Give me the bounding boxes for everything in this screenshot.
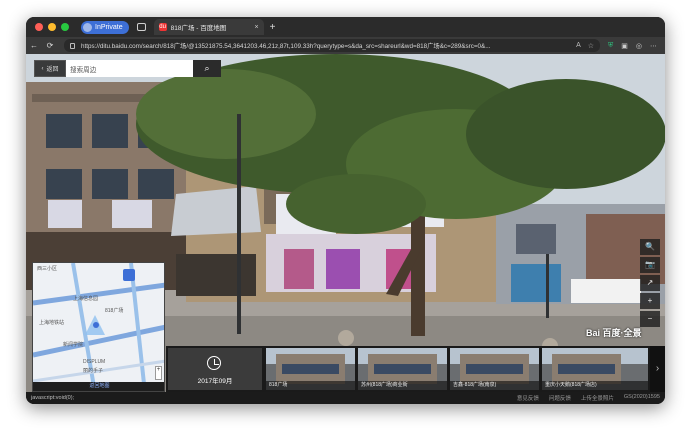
close-window-button[interactable] [35,23,43,31]
back-button-label: 返回 [46,67,59,73]
back-to-map-link[interactable]: 返回地图 [33,382,164,391]
footer-link[interactable]: 意见反馈 [517,394,539,402]
tab-title: 818广场 - 百度地图 [170,25,227,32]
thumbnail-caption: 吉鑫·818广场(南泉) [450,381,539,390]
map-label: 818广场 [105,308,124,314]
lock-icon[interactable] [70,42,75,49]
panorama-thumbnail[interactable]: 重庆小天鹅(818广场店) [542,348,648,390]
browser-window: InPrivate du 818广场 - 百度地图 × + ← ⟳ https:… [26,17,665,404]
thumbnail-strip: 2017年09月 818广场 苏州(818广场)商业街 吉鑫·818广场(南泉)… [166,346,665,392]
footer-link[interactable]: 问题反馈 [549,394,571,402]
profile-icon [83,22,92,32]
thumbnail-caption: 818广场 [266,381,355,390]
status-bar: javascript:void(0); 意见反馈 问题反馈 上传全景照片 GS(… [26,392,665,404]
footer-link[interactable]: 上传全景照片 [581,394,614,402]
window-controls [35,23,69,31]
map-label: 新闻学院 [63,342,84,348]
status-url: javascript:void(0); [31,395,75,401]
favorite-icon[interactable]: ☆ [588,42,594,50]
url-text[interactable]: https://ditu.baidu.com/search/818广场/@135… [81,41,491,50]
time-machine-button[interactable]: 2017年09月 [168,348,262,390]
address-bar-row: ← ⟳ https://ditu.baidu.com/search/818广场/… [26,37,665,54]
map-label: DISPLUM [83,359,106,365]
thumbnail-caption: 苏州(818广场)商业街 [358,381,447,390]
mini-map[interactable]: 西三小区 上海信息园 818广场 上海地铁站 新闻学院 DISPLUM 丽的手子… [32,262,165,392]
zoom-out-icon[interactable]: − [640,311,660,327]
map-label: 丽的手子 [83,368,104,374]
inprivate-badge[interactable]: InPrivate [81,20,129,34]
camera-icon[interactable]: 📷 [640,257,660,273]
capture-date: 2017年09月 [197,378,233,385]
tab-bar: InPrivate du 818广场 - 百度地图 × + [26,17,665,37]
view-toolbar: 🔍 📷 ↗ + − [640,239,660,327]
street-view-search: ‹ 返回 搜索周边 ⌕ [34,60,221,77]
back-arrow-icon: ‹ [41,65,44,72]
tab-close-icon[interactable]: × [255,24,259,31]
minimize-window-button[interactable] [48,23,56,31]
mini-map-zoom-button[interactable]: + [155,366,162,380]
thumbnail-caption: 重庆小天鹅(818广场店) [542,381,648,390]
back-button[interactable]: ‹ 返回 [34,60,66,77]
new-tab-button[interactable]: + [270,22,276,33]
search-input[interactable]: 搜索周边 [66,60,193,77]
more-icon[interactable]: ⋯ [650,42,657,50]
shield-icon[interactable]: ⛨ [608,42,613,50]
profile-label: InPrivate [95,23,123,31]
map-label: 西三小区 [37,266,58,272]
street-view-panorama[interactable]: ‹ 返回 搜索周边 ⌕ Bai 百度·全景 🔍 📷 ↗ + − 西三小区 上海信… [26,54,665,392]
browser-profile-icon[interactable]: ◎ [636,42,642,50]
panorama-thumbnail[interactable]: 苏州(818广场)商业街 [358,348,447,390]
panorama-thumbnail[interactable]: 吉鑫·818广场(南泉) [450,348,539,390]
back-icon[interactable]: ← [26,41,42,50]
extensions: ⛨ ▣ ◎ ⋯ [608,42,657,50]
map-label: 上海信息园 [73,296,99,302]
zoom-in-icon[interactable]: + [640,293,660,309]
address-bar[interactable]: https://ditu.baidu.com/search/818广场/@135… [64,39,601,52]
collections-icon[interactable]: ▣ [621,42,628,50]
tab-active[interactable]: du 818广场 - 百度地图 × [153,19,264,35]
next-thumbnails-button[interactable]: › [650,346,665,392]
footer-link: GS(2020)1595 [623,394,660,400]
map-label: 上海地铁站 [39,320,65,326]
refresh-icon[interactable]: ⟳ [42,41,58,50]
maximize-window-button[interactable] [61,23,69,31]
search-icon: ⌕ [204,63,210,73]
read-aloud-icon[interactable]: A [576,42,581,50]
clock-icon [207,356,221,370]
search-button[interactable]: ⌕ [193,60,221,77]
share-icon[interactable]: ↗ [640,275,660,291]
panorama-thumbnail[interactable]: 818广场 [266,348,355,390]
tab-actions-icon[interactable] [136,23,146,31]
baidu-favicon-icon: du [158,23,167,31]
search-tool-icon[interactable]: 🔍 [640,239,660,255]
baidu-panorama-logo: Bai 百度·全景 [586,328,642,338]
